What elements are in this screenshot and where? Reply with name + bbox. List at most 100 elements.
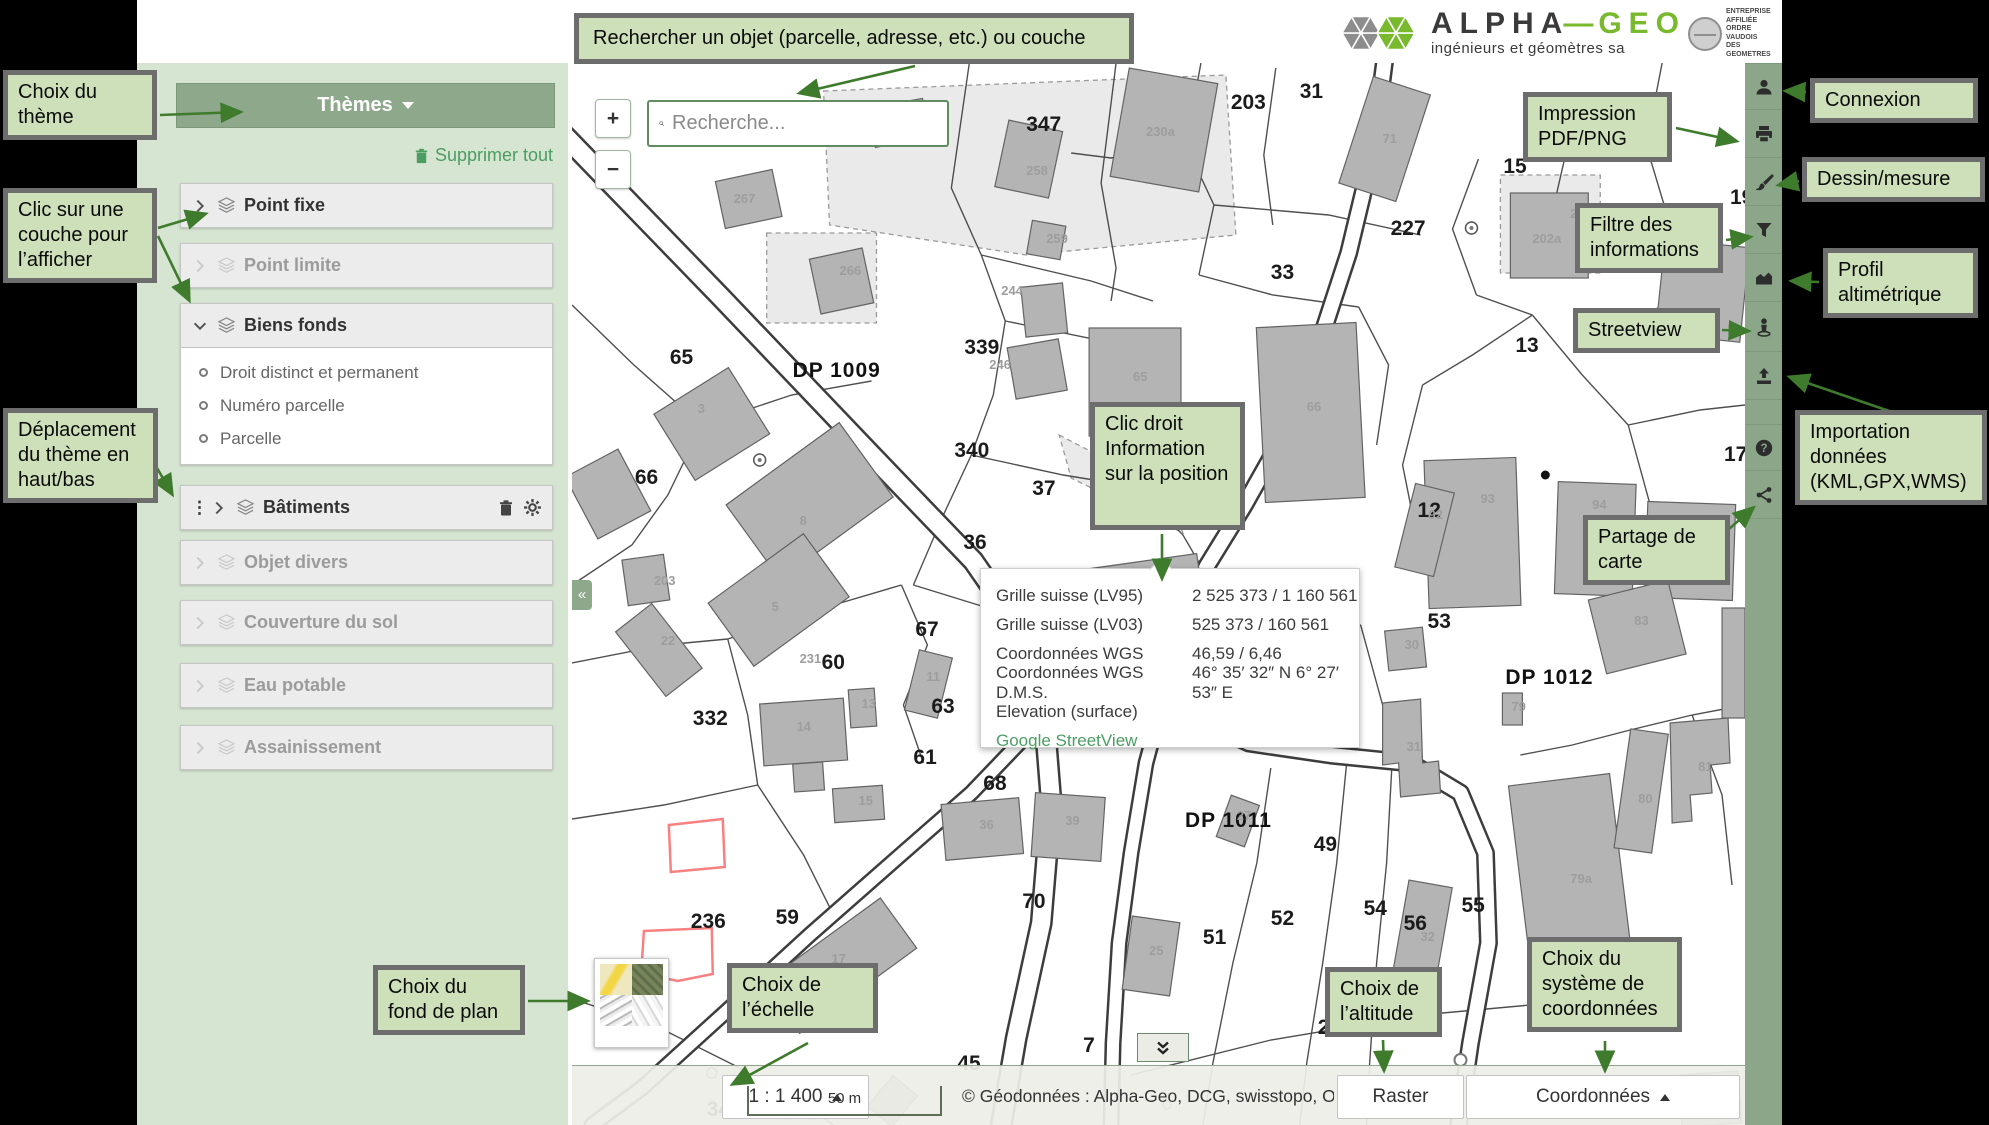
radio-icon xyxy=(199,401,208,410)
map-label: 59 xyxy=(776,906,799,929)
map-label: 230a xyxy=(1146,124,1176,139)
layer-row-eau-potable[interactable]: Eau potable xyxy=(180,663,553,708)
map-label: 259 xyxy=(1046,231,1068,246)
themes-dropdown-button[interactable]: Thèmes xyxy=(176,83,555,128)
delete-layer-icon[interactable] xyxy=(497,499,515,517)
popup-row-label: Coordonnées WGS xyxy=(996,644,1192,664)
map-label: 5 xyxy=(772,599,779,614)
map-label: 25 xyxy=(1149,943,1163,958)
map-label: 203 xyxy=(1231,91,1266,114)
layers-icon xyxy=(217,613,236,632)
annotation-clic-droit: Clic droit Information sur la position xyxy=(1090,402,1245,530)
map-label: 31 xyxy=(1300,80,1324,103)
scale-bar: 50 m xyxy=(747,1086,942,1116)
draw-measure-button[interactable] xyxy=(1745,159,1782,206)
map-label: 71 xyxy=(1383,131,1397,146)
annotation-altitude: Choix de l’altitude xyxy=(1325,967,1442,1037)
layer-settings-gear-icon[interactable] xyxy=(523,498,542,517)
brand-tagline: ingénieurs et géomètres sa xyxy=(1431,40,1686,57)
layer-row-batiments[interactable]: ⋮ Bâtiments xyxy=(180,485,553,530)
popup-row-value: 2 525 373 / 1 160 561 xyxy=(1192,586,1357,606)
layer-row-couverture-du-sol[interactable]: Couverture du sol xyxy=(180,600,553,645)
map-label: 65 xyxy=(670,346,694,369)
minus-icon: − xyxy=(607,158,619,181)
clear-all-button[interactable]: Supprimer tout xyxy=(413,145,553,166)
search-bar[interactable] xyxy=(647,100,949,147)
map-label: 339 xyxy=(964,336,999,359)
sublayer-droit-distinct[interactable]: Droit distinct et permanent xyxy=(181,356,552,389)
brand-dash: — xyxy=(1563,9,1600,39)
map-bottom-bar: 1 : 1 400 50 m © Géodonnées : Alpha-Geo,… xyxy=(572,1065,1745,1125)
drag-handle-icon[interactable]: ⋮ xyxy=(191,498,206,518)
sublayer-numero-parcelle[interactable]: Numéro parcelle xyxy=(181,389,552,422)
coordinate-system-select[interactable]: Coordonnées xyxy=(1466,1075,1740,1119)
collapse-bottom-bar-button[interactable] xyxy=(1137,1033,1189,1062)
chevron-down-icon xyxy=(191,317,209,335)
map-label: 70 xyxy=(1022,890,1045,913)
map-label: 231 xyxy=(800,651,822,666)
clear-all-label: Supprimer tout xyxy=(435,145,553,166)
badge-line: ENTREPRISE AFFILIÉE xyxy=(1726,8,1780,25)
layer-row-objet-divers[interactable]: Objet divers xyxy=(180,540,553,585)
map-label: 83 xyxy=(1634,613,1648,628)
map-label: 54 xyxy=(1364,897,1388,920)
elevation-profile-button[interactable] xyxy=(1745,255,1782,302)
share-icon xyxy=(1754,485,1774,505)
layer-row-point-fixe[interactable]: Point fixe xyxy=(180,183,553,228)
map-label: 14 xyxy=(797,719,812,734)
layers-icon xyxy=(217,738,236,757)
layer-row-assainissement[interactable]: Assainissement xyxy=(180,725,553,770)
help-button[interactable]: ? xyxy=(1745,424,1782,471)
brand-text: ALPHA—GEO ingénieurs et géomètres sa xyxy=(1431,9,1686,57)
map-label: 27 xyxy=(1237,808,1251,823)
layers-icon xyxy=(236,498,255,517)
annotation-rechercher: Rechercher un objet (parcelle, adresse, … xyxy=(574,13,1134,64)
search-icon xyxy=(659,114,664,133)
plus-icon: + xyxy=(607,107,619,130)
map-label: 67 xyxy=(915,618,938,641)
trash-icon xyxy=(413,147,430,165)
map-label: 94 xyxy=(1592,497,1607,512)
map-label: 19 xyxy=(1730,186,1745,209)
chevron-down-icon xyxy=(402,102,414,109)
upload-icon xyxy=(1754,366,1774,386)
annotation-deplacement-theme: Déplacement du thème en haut/bas xyxy=(3,408,158,503)
annotation-echelle: Choix de l’échelle xyxy=(727,963,878,1033)
chevron-right-icon xyxy=(191,257,209,275)
search-input[interactable] xyxy=(672,112,937,135)
import-data-button[interactable] xyxy=(1745,353,1782,400)
map-label: 52 xyxy=(1271,907,1294,930)
sublayer-parcelle[interactable]: Parcelle xyxy=(181,422,552,455)
layer-label: Biens fonds xyxy=(244,315,347,336)
layer-label: Point fixe xyxy=(244,195,325,216)
map-label: 92 xyxy=(1429,507,1443,522)
map-label: 49 xyxy=(1314,833,1337,856)
connexion-button[interactable] xyxy=(1745,63,1782,110)
map-label: 236 xyxy=(691,910,726,933)
double-chevron-down-icon xyxy=(1155,1040,1171,1056)
map-label: 80 xyxy=(1638,791,1652,806)
annotation-profil: Profil altimétrique xyxy=(1823,248,1978,318)
streetview-button[interactable] xyxy=(1745,303,1782,352)
annotation-dessin-mesure: Dessin/mesure xyxy=(1802,157,1985,202)
sidebar-collapse-button[interactable]: « xyxy=(572,580,592,610)
map-label: 227 xyxy=(1391,217,1426,240)
map-label: 79 xyxy=(1511,699,1525,714)
map-label: 33 xyxy=(1271,261,1294,284)
print-button[interactable] xyxy=(1745,111,1782,158)
zoom-out-button[interactable]: − xyxy=(595,150,631,189)
altitude-select[interactable]: Raster xyxy=(1337,1075,1464,1119)
zoom-in-button[interactable]: + xyxy=(595,99,631,138)
layer-row-point-limite[interactable]: Point limite xyxy=(180,243,553,288)
map-label: 51 xyxy=(1203,926,1227,949)
basemap-switcher[interactable] xyxy=(594,958,669,1048)
map-label: 53 xyxy=(1428,610,1451,633)
annotation-fond-de-plan: Choix du fond de plan xyxy=(373,965,525,1035)
google-streetview-link[interactable]: Google StreetView xyxy=(996,731,1137,751)
share-map-button[interactable] xyxy=(1745,472,1782,519)
basemap-thumbnail xyxy=(600,964,663,1026)
chevron-right-icon xyxy=(210,499,228,517)
map-label: 22 xyxy=(661,633,675,648)
layer-row-biens-fonds[interactable]: Biens fonds xyxy=(180,303,553,348)
filter-button[interactable] xyxy=(1745,207,1782,254)
